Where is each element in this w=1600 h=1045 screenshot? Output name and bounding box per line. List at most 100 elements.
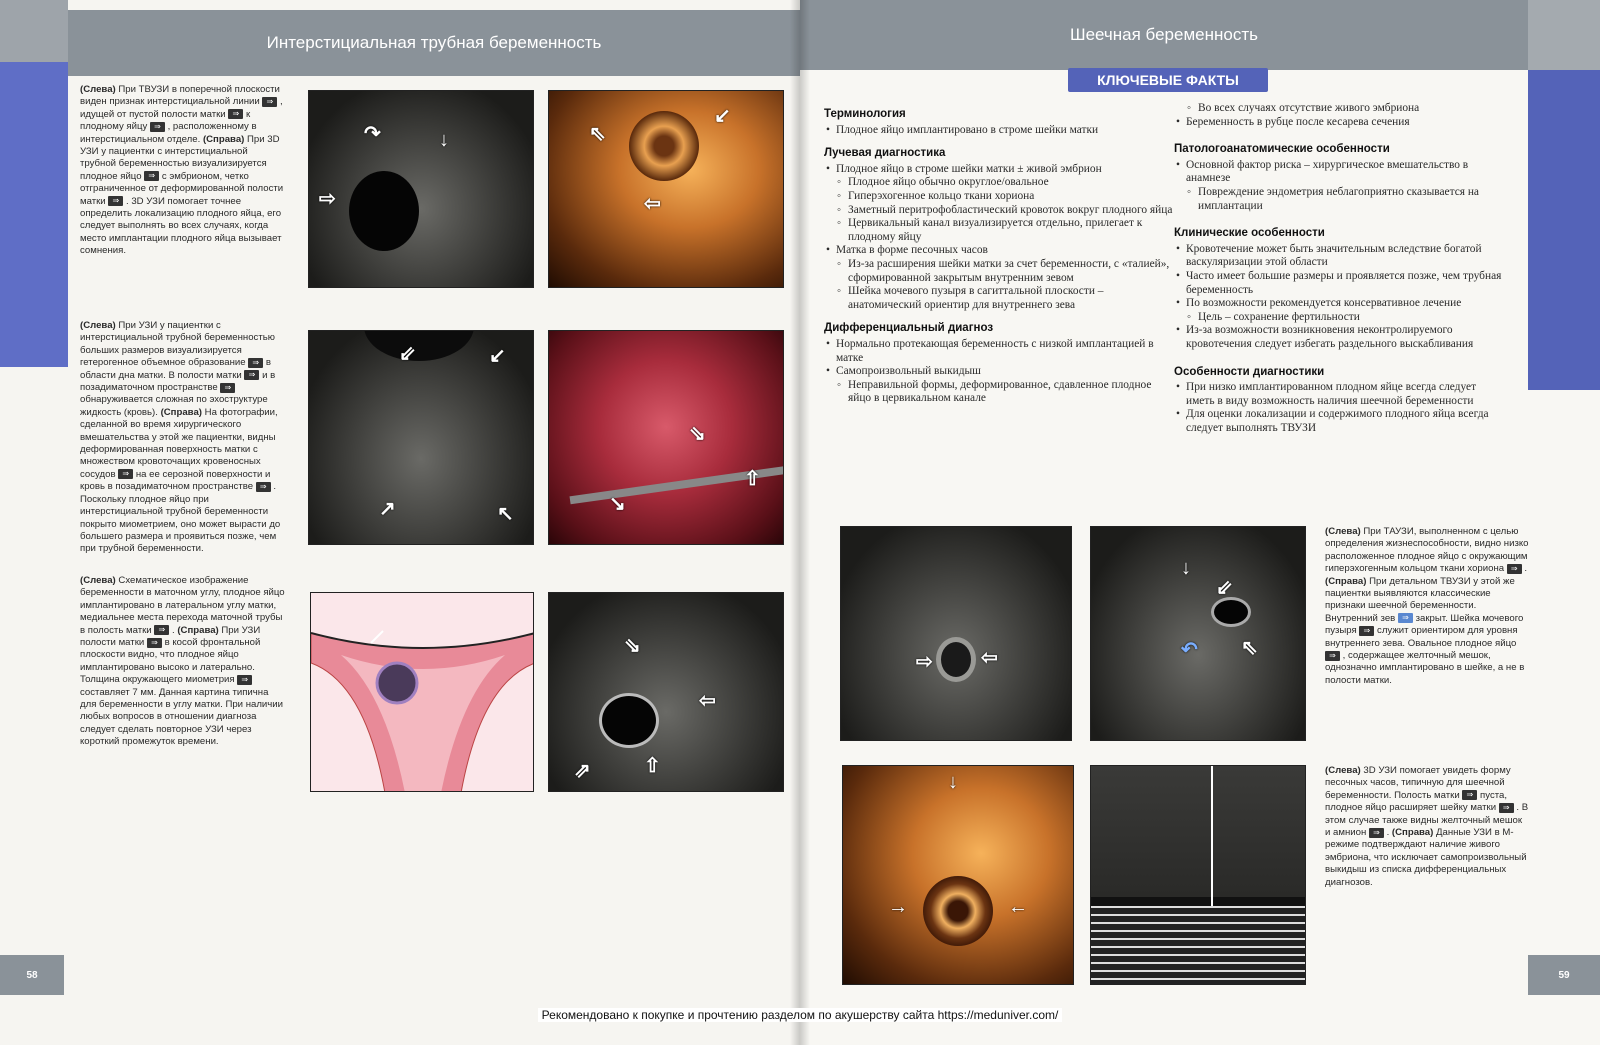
fact-bullet: При низко имплантированном плодном яйце … bbox=[1174, 381, 1504, 408]
footer-recommendation: Рекомендовано к покупке и прочтению разд… bbox=[0, 1008, 1600, 1022]
arrow-icon: ↓ bbox=[1181, 557, 1191, 579]
arrow-ref-icon: ⇒ bbox=[255, 481, 271, 492]
surgical-photo: ⇘ ↘ ⇧ bbox=[548, 330, 784, 545]
gestational-sac-shape bbox=[1211, 597, 1251, 627]
fact-subbullet: Во всех случаях отсутствие живого эмбрио… bbox=[1174, 102, 1504, 116]
ultrasound-image-interline: ↷ ↓ ⇨ bbox=[308, 90, 534, 288]
caption-interstitial-2: (Слева) При УЗИ у пациентки с интерстици… bbox=[80, 320, 281, 555]
arrow-icon: ⇦ bbox=[981, 647, 998, 669]
fact-bullet: Из-за возможности возникновения неконтро… bbox=[1174, 324, 1504, 351]
key-facts-column-2: Во всех случаях отсутствие живого эмбрио… bbox=[1174, 102, 1504, 435]
gestational-sac-3d bbox=[923, 876, 993, 946]
book-spine bbox=[790, 0, 810, 1045]
arrow-icon: ⇦ bbox=[699, 690, 716, 712]
caption-cervical-1: (Слева) При ТАУЗИ, выполненном с целью о… bbox=[1325, 526, 1529, 686]
right-page-number: 59 bbox=[1528, 955, 1600, 995]
arrow-icon: ↓ bbox=[439, 129, 449, 151]
fact-bullet: Беременность в рубце после кесарева сече… bbox=[1174, 116, 1504, 130]
arrow-icon: → bbox=[888, 896, 908, 918]
gestational-sac-shape bbox=[936, 637, 976, 682]
arrow-ref-icon: ⇒ bbox=[244, 370, 260, 381]
arrow-icon: ⇙ bbox=[399, 343, 416, 365]
right-chapter-tab bbox=[1528, 70, 1600, 390]
3d-ultrasound-hourglass: ↓ → ← bbox=[842, 765, 1074, 985]
fact-bullet: Самопроизвольный выкидыш bbox=[824, 365, 1174, 379]
arrow-icon: ↗ bbox=[379, 498, 396, 520]
m-mode-ultrasound bbox=[1090, 765, 1306, 985]
section-heading: Терминология bbox=[824, 108, 906, 120]
section-heading: Патологоанатомические особенности bbox=[1174, 143, 1390, 156]
arrow-ref-icon: ⇒ bbox=[1506, 563, 1522, 574]
gestational-sac-3d bbox=[629, 111, 699, 181]
arrow-icon: ⇘ bbox=[689, 423, 706, 445]
fact-subbullet: Заметный перитрофобластический кровоток … bbox=[824, 204, 1174, 218]
left-chapter-tab bbox=[0, 62, 68, 367]
arrow-icon: ⇘ bbox=[624, 635, 641, 657]
fact-bullet: По возможности рекомендуется консерватив… bbox=[1174, 297, 1504, 311]
3d-ultrasound-image-sac: ⇖ ↙ ⇦ bbox=[548, 90, 784, 288]
fact-subbullet: Из-за расширения шейки матки за счет бер… bbox=[824, 258, 1174, 285]
ultrasound-image-tau: ⇨ ⇦ bbox=[840, 526, 1072, 741]
arrow-icon: ⇦ bbox=[644, 193, 661, 215]
arrow-icon: ↙ bbox=[489, 345, 506, 367]
arrow-icon: ⇧ bbox=[744, 468, 761, 490]
arrow-ref-icon: ⇒ bbox=[144, 171, 160, 182]
fact-bullet: Для оценки локализации и содержимого пло… bbox=[1174, 408, 1504, 435]
fact-subbullet: Повреждение эндометрия неблагоприятно ск… bbox=[1174, 186, 1504, 213]
fact-bullet: Плодное яйцо в строме шейки матки ± живо… bbox=[824, 163, 1174, 177]
arrow-icon: ⇧ bbox=[644, 755, 661, 777]
section-heading: Дифференциальный диагноз bbox=[824, 322, 994, 335]
arrow-ref-icon: ⇒ bbox=[228, 109, 244, 120]
arrow-ref-icon: ⇒ bbox=[262, 96, 278, 107]
arrow-ref-icon: ⇒ bbox=[1325, 650, 1340, 661]
fact-bullet: Кровотечение может быть значительным всл… bbox=[1174, 243, 1504, 270]
caption-interstitial-1: (Слева) При ТВУЗИ в поперечной плоскости… bbox=[80, 84, 284, 257]
gestational-sac-shape bbox=[349, 171, 419, 251]
left-page-title: Интерстициальная трубная беременность bbox=[68, 10, 800, 76]
ultrasound-image-mass: ⇙ ↙ ↗ ↖ bbox=[308, 330, 534, 545]
arrow-ref-icon: ⇒ bbox=[1498, 802, 1514, 813]
arrow-icon: ↙ bbox=[714, 105, 731, 127]
left-page-number: 58 bbox=[0, 955, 64, 995]
fact-subbullet: Неправильной формы, деформированное, сда… bbox=[824, 379, 1174, 406]
arrow-ref-icon: ⇒ bbox=[154, 625, 170, 636]
arrow-ref-icon: ⇒ bbox=[149, 121, 165, 132]
left-corner-band bbox=[0, 0, 68, 62]
fact-bullet: Матка в форме песочных часов bbox=[824, 244, 1174, 258]
probe-shadow bbox=[364, 331, 474, 361]
arrow-icon: ⇗ bbox=[574, 760, 591, 782]
key-facts-column-1: Терминология Плодное яйцо имплантировано… bbox=[824, 108, 1174, 406]
caption-interstitial-3: (Слева) Схематическое изображение береме… bbox=[80, 575, 285, 748]
arrow-ref-icon: ⇒ bbox=[1359, 625, 1375, 636]
key-facts-banner: КЛЮЧЕВЫЕ ФАКТЫ bbox=[1068, 68, 1268, 92]
arrow-ref-icon: ⇒ bbox=[1368, 827, 1384, 838]
arrow-icon: ⇖ bbox=[1241, 637, 1258, 659]
arrow-ref-icon: ⇒ bbox=[1462, 790, 1478, 801]
fact-subbullet: Шейка мочевого пузыря в сагиттальной пло… bbox=[824, 285, 1174, 312]
fact-bullet: Нормально протекающая беременность с низ… bbox=[824, 338, 1174, 365]
arrow-ref-icon: ⇒ bbox=[248, 357, 264, 368]
m-mode-trace bbox=[1091, 906, 1305, 984]
section-heading: Особенности диагностики bbox=[1174, 365, 1325, 378]
ultrasound-image-tvus: ↓ ⇙ ↶ ⇖ bbox=[1090, 526, 1306, 741]
arrow-icon: ⇨ bbox=[319, 188, 336, 210]
right-page-title: Шеечная беременность bbox=[800, 0, 1528, 70]
arrow-ref-icon: ⇒ bbox=[118, 469, 134, 480]
uterus-diagram bbox=[311, 630, 533, 791]
uterus-illustration bbox=[310, 592, 534, 792]
arrow-icon: ↓ bbox=[948, 771, 958, 793]
arrow-icon: ↷ bbox=[364, 123, 381, 145]
arrow-icon: ⇖ bbox=[589, 123, 606, 145]
arrow-icon: ⇨ bbox=[916, 651, 933, 673]
caption-cervical-2: (Слева) 3D УЗИ помогает увидеть форму пе… bbox=[1325, 765, 1529, 888]
ultrasound-image-cornual: ⇘ ⇦ ⇗ ⇧ bbox=[548, 592, 784, 792]
cursor-line bbox=[1211, 766, 1213, 906]
right-corner-band bbox=[1528, 0, 1600, 70]
arrow-ref-icon: ⇒ bbox=[220, 382, 236, 393]
arrow-ref-icon: ⇒ bbox=[146, 637, 162, 648]
arrow-icon: ↖ bbox=[497, 503, 514, 525]
curved-arrow-icon: ↶ bbox=[1181, 639, 1198, 661]
arrow-ref-icon: ⇒ bbox=[1397, 613, 1413, 624]
fact-bullet: Основной фактор риска – хирургическое вм… bbox=[1174, 159, 1504, 186]
fact-subbullet: Цервикальный канал визуализируется отдел… bbox=[824, 217, 1174, 244]
